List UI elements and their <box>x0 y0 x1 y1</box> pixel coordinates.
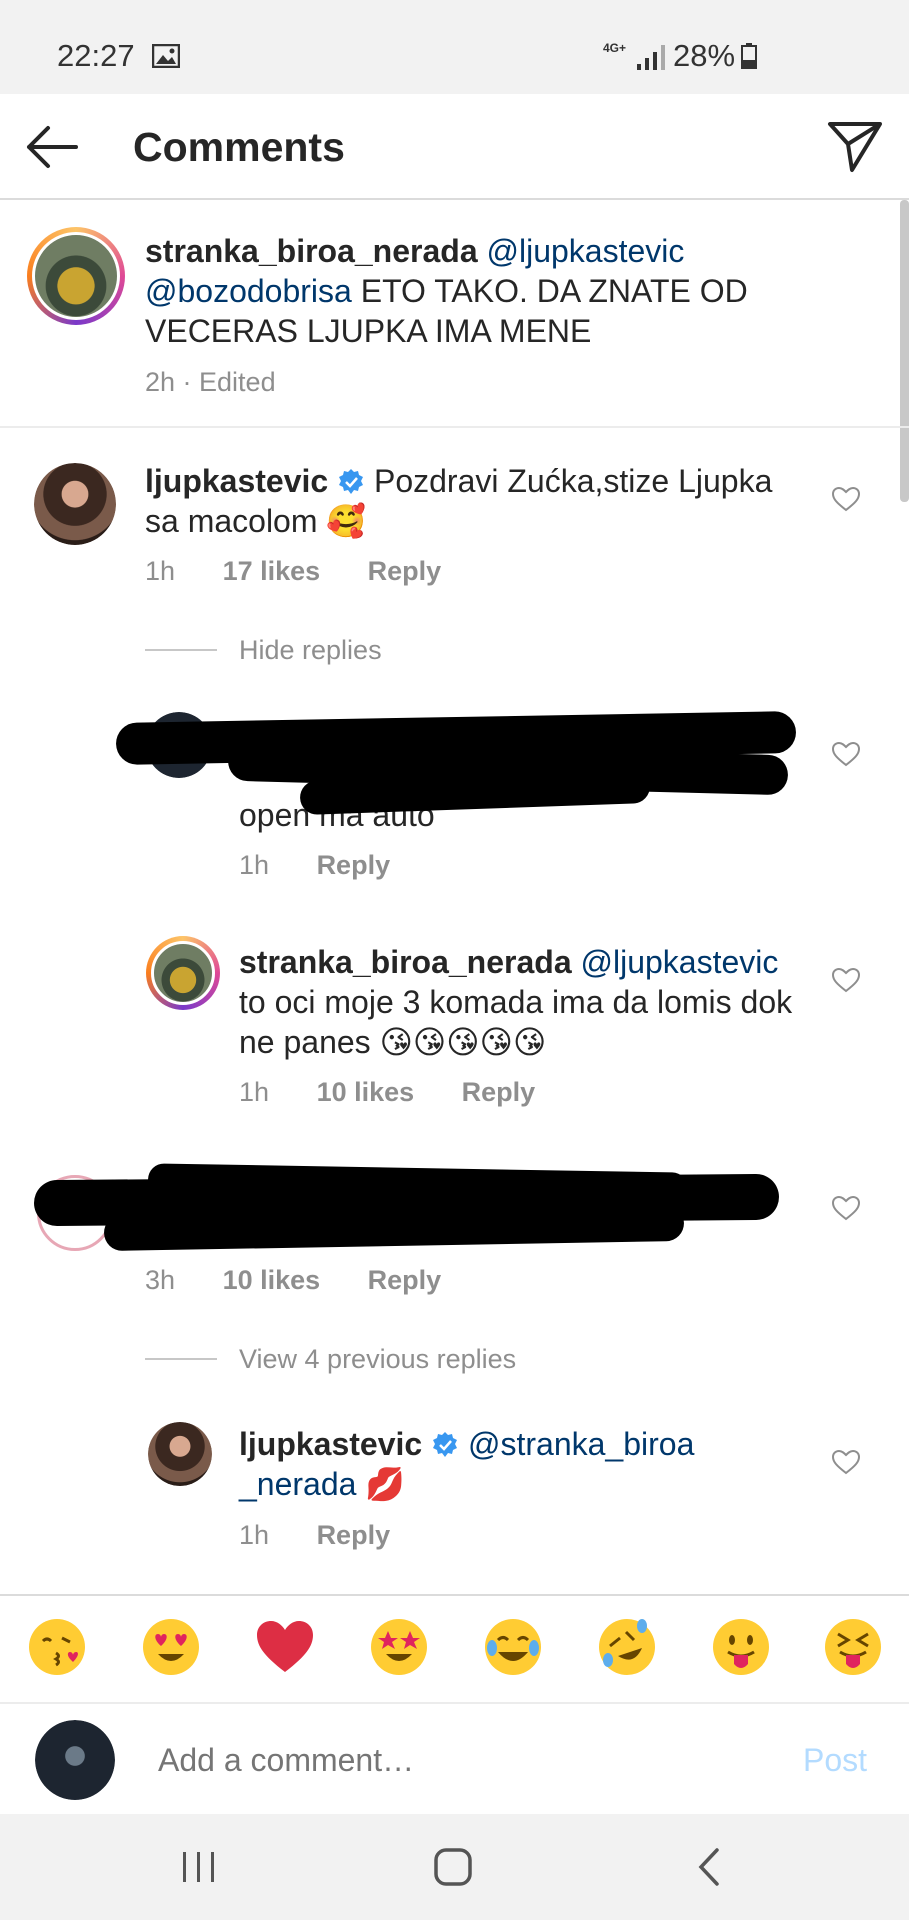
like-heart-icon[interactable] <box>831 1195 861 1221</box>
status-bar: 22:27 4G+ 28% <box>0 0 909 94</box>
status-time: 22:27 <box>57 38 135 73</box>
emoji-kissing-heart-icon[interactable] <box>26 1616 88 1678</box>
scrollbar[interactable] <box>900 200 909 502</box>
emoji-tears-of-joy-icon[interactable] <box>482 1616 544 1678</box>
emoji-red-heart-icon[interactable] <box>254 1616 316 1678</box>
reply-button[interactable]: Reply <box>317 850 391 880</box>
hide-replies-link[interactable]: Hide replies <box>239 635 382 666</box>
verified-badge-icon <box>433 1432 458 1457</box>
reply-body: to oci moje 3 komada ima da lomis dok ne… <box>239 984 793 1060</box>
reply-mention[interactable]: @ljupkastevic <box>581 944 779 980</box>
add-comment-bar: Post <box>0 1702 909 1814</box>
signal-icon <box>637 45 665 70</box>
page-title: Comments <box>133 124 345 170</box>
image-notification-icon <box>152 44 180 68</box>
replies-line <box>145 1358 217 1360</box>
reply-username[interactable]: ljupkastevic <box>239 1426 422 1462</box>
home-icon[interactable] <box>433 1847 473 1887</box>
comment-meta: 1h 17 likes Reply <box>145 556 481 587</box>
comment-meta: 3h 10 likes Reply <box>145 1265 481 1296</box>
system-nav-bar <box>0 1814 909 1920</box>
reply-text: stranka_biroa_nerada @ljupkastevic to oc… <box>239 942 809 1062</box>
divider <box>0 426 909 428</box>
emoji-rolling-laughing-icon[interactable] <box>596 1616 658 1678</box>
comment-avatar[interactable] <box>34 463 116 545</box>
reply-meta: 1h Reply <box>239 1520 430 1551</box>
like-heart-icon[interactable] <box>831 1449 861 1475</box>
reply-meta: 1h 10 likes Reply <box>239 1077 575 1108</box>
like-heart-icon[interactable] <box>831 967 861 993</box>
comments-header: Comments <box>0 94 909 200</box>
caption-username[interactable]: stranka_biroa_nerada <box>145 233 478 269</box>
emoji-star-struck-icon[interactable] <box>368 1616 430 1678</box>
emoji-quick-bar <box>0 1594 909 1702</box>
reply-time: 1h <box>239 1077 270 1107</box>
system-back-icon[interactable] <box>697 1847 721 1887</box>
like-heart-icon[interactable] <box>831 486 861 512</box>
add-comment-input[interactable] <box>158 1742 758 1779</box>
reply-time: 1h <box>239 1520 270 1550</box>
back-arrow-icon[interactable] <box>24 124 80 170</box>
battery-icon <box>741 43 757 69</box>
emoji-tongue-out-icon[interactable] <box>710 1616 772 1678</box>
reply-button[interactable]: Reply <box>368 556 442 586</box>
view-previous-replies-link[interactable]: View 4 previous replies <box>239 1344 516 1375</box>
reply-button[interactable]: Reply <box>317 1520 391 1550</box>
caption-avatar[interactable] <box>27 227 125 325</box>
recent-apps-icon[interactable] <box>179 1850 219 1884</box>
reply-button[interactable]: Reply <box>462 1077 536 1107</box>
reply-avatar[interactable] <box>146 936 220 1010</box>
reply-button[interactable]: Reply <box>368 1265 442 1295</box>
post-button[interactable]: Post <box>803 1742 867 1779</box>
comment-time: 3h <box>145 1265 176 1295</box>
caption-text: stranka_biroa_nerada @ljupkastevic @bozo… <box>145 231 765 351</box>
like-heart-icon[interactable] <box>831 741 861 767</box>
reply-text: ljupkastevic @stranka_biroa _nerada 💋 <box>239 1424 759 1504</box>
comment-likes[interactable]: 17 likes <box>223 556 321 586</box>
emoji-squinting-tongue-icon[interactable] <box>822 1616 884 1678</box>
battery-percent: 28% <box>673 38 736 73</box>
reply-likes[interactable]: 10 likes <box>317 1077 415 1107</box>
direct-send-icon[interactable] <box>826 118 884 174</box>
replies-line <box>145 649 217 651</box>
comment-username[interactable]: ljupkastevic <box>145 463 328 499</box>
caption-mention-1[interactable]: @ljupkastevic <box>487 233 685 269</box>
comment-time: 1h <box>145 556 176 586</box>
comment-text: ljupkastevic Pozdravi Zućka,stize Ljupka… <box>145 461 805 541</box>
comment-likes[interactable]: 10 likes <box>223 1265 321 1295</box>
emoji-heart-eyes-icon[interactable] <box>140 1616 202 1678</box>
current-user-avatar[interactable] <box>35 1720 115 1800</box>
reply-meta: 1h Reply <box>239 850 430 881</box>
reply-body: 💋 <box>365 1466 406 1502</box>
verified-badge-icon <box>339 469 364 494</box>
network-type: 4G+ <box>603 41 627 55</box>
reply-avatar[interactable] <box>148 1422 212 1486</box>
caption-meta: 2h · Edited <box>145 367 276 397</box>
reply-username[interactable]: stranka_biroa_nerada <box>239 944 572 980</box>
caption-mention-2[interactable]: @bozodobrisa <box>145 273 352 309</box>
reply-time: 1h <box>239 850 270 880</box>
